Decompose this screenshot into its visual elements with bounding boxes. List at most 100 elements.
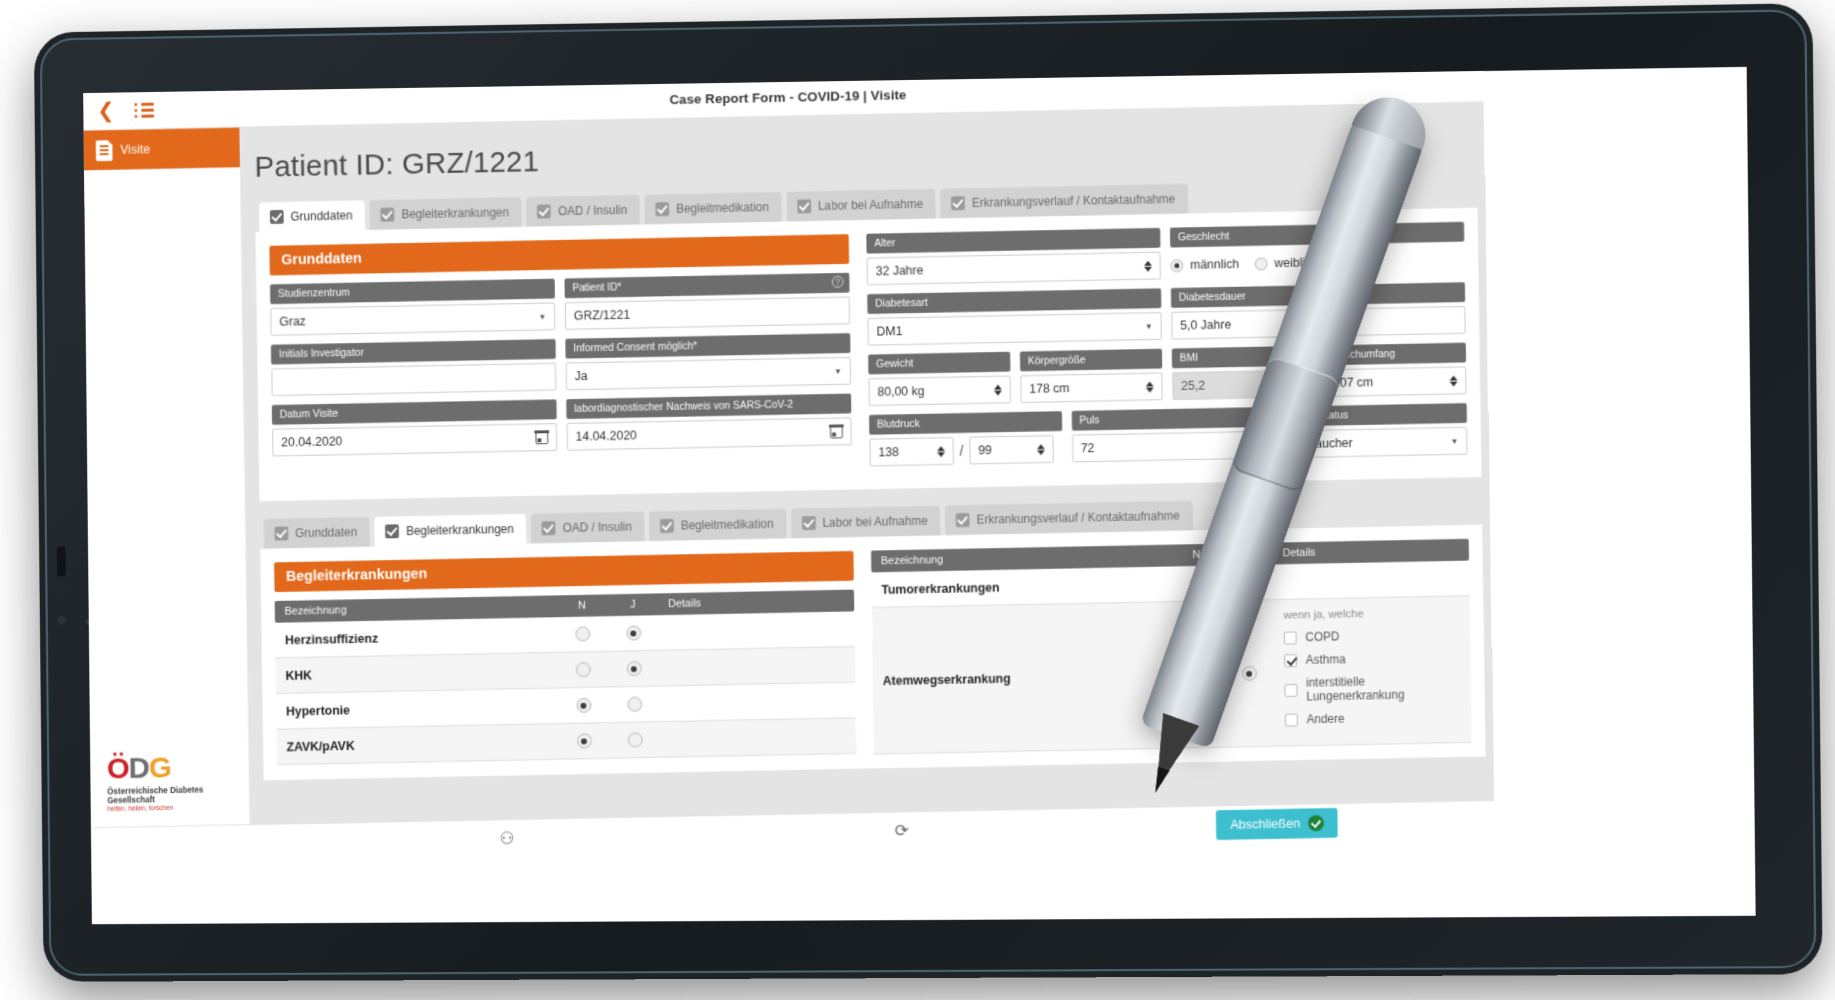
datum-visite-input[interactable]: 20.04.2020 <box>272 423 558 457</box>
row-details <box>660 700 846 704</box>
row-radio-j[interactable] <box>609 732 660 748</box>
checkbox-copd[interactable]: COPD <box>1283 627 1461 645</box>
field-value: 72 <box>1080 441 1095 456</box>
radio-icon <box>576 733 592 749</box>
row-radio-n[interactable] <box>557 626 608 642</box>
geschlecht-radiogroup: männlich weiblich <box>1170 246 1464 280</box>
tablet-device: ❮ Case Report Form - COVID-19 | Visite V… <box>33 3 1823 982</box>
raucherstatus-select[interactable]: Nichtraucher ▼ <box>1274 426 1468 459</box>
app-body: Visite ÖDG Österreichische Diabetes Gese… <box>83 102 1495 828</box>
field-value: 178 cm <box>1029 381 1070 396</box>
spinner-icon[interactable] <box>993 384 1002 396</box>
list-icon[interactable] <box>134 100 154 121</box>
patient-id-input[interactable]: GRZ/1221 <box>564 296 851 330</box>
logo-letter-d: D <box>128 751 150 785</box>
spinner-icon[interactable] <box>1449 375 1458 387</box>
spinner-icon[interactable] <box>1143 260 1152 272</box>
radio-icon <box>1254 256 1268 271</box>
spinner-icon[interactable] <box>1145 381 1154 393</box>
checkbox-icon <box>1283 630 1297 644</box>
finish-button[interactable]: Abschließen <box>1216 807 1338 840</box>
checkbox-icon <box>1284 683 1298 697</box>
calendar-icon[interactable] <box>829 424 843 439</box>
field-label: Informed Consent möglich* <box>565 333 851 359</box>
column-details: Details <box>668 597 702 611</box>
tab-label: Erkrankungsverlauf / Kontaktaufnahme <box>971 191 1176 210</box>
help-icon[interactable]: ? <box>831 275 844 288</box>
field-sars-cov-2-nachweis: labordiagnostischer Nachweis von SARS-Co… <box>566 393 852 451</box>
tab2-grunddaten[interactable]: Grunddaten <box>263 516 371 549</box>
blutdruck-diastolic-spinner[interactable]: 99 <box>969 435 1054 465</box>
studienzentrum-select[interactable]: Graz ▼ <box>270 302 556 336</box>
row-radio-j[interactable] <box>608 625 659 641</box>
diabetesart-select[interactable]: DM1 ▼ <box>867 312 1162 346</box>
sidebar-item-visite[interactable]: Visite <box>83 127 240 171</box>
calendar-icon[interactable] <box>535 430 549 444</box>
checkbox-andere[interactable]: Andere <box>1284 709 1462 726</box>
users-icon[interactable]: ⚇ <box>499 828 514 848</box>
checkbox-asthma[interactable]: Asthma <box>1284 650 1461 667</box>
spinner-icon[interactable] <box>937 445 946 457</box>
blutdruck-systolic-spinner[interactable]: 138 <box>869 437 954 467</box>
tab-grunddaten[interactable]: Grunddaten <box>258 200 366 233</box>
tab-oad-insulin[interactable]: OAD / Insulin <box>526 194 641 227</box>
column-j: J <box>630 598 636 611</box>
row-radio-j[interactable] <box>1222 574 1273 590</box>
tab-label: OAD / Insulin <box>562 519 632 535</box>
informed-consent-select[interactable]: Ja ▼ <box>565 356 851 391</box>
sidebar: Visite ÖDG Österreichische Diabetes Gese… <box>83 127 251 828</box>
radio-weiblich[interactable]: weiblich <box>1254 255 1318 271</box>
alter-spinner[interactable]: 32 Jahre <box>866 251 1161 286</box>
tab-begleiterkrankungen[interactable]: Begleiterkrankungen <box>369 197 523 230</box>
tab2-labor-bei-aufnahme[interactable]: Labor bei Aufnahme <box>790 505 941 539</box>
tab2-oad-insulin[interactable]: OAD / Insulin <box>531 511 645 544</box>
tab-begleitmedikation[interactable]: Begleitmedikation <box>644 191 782 225</box>
logo-wordmark: ÖDG <box>107 751 244 785</box>
logo-tagline: helfen, heilen, forschen <box>107 804 174 814</box>
row-radio-j[interactable] <box>608 661 659 677</box>
power-button[interactable] <box>56 546 66 577</box>
scene: ❮ Case Report Form - COVID-19 | Visite V… <box>0 0 1835 1000</box>
row-radio-n[interactable] <box>1173 666 1224 682</box>
gewicht-spinner[interactable]: 80,00 kg <box>868 375 1011 407</box>
row-radio-n[interactable] <box>558 733 609 749</box>
row-radio-n[interactable] <box>558 697 609 713</box>
field-row-2: Initials Investigator Informed Consent m… <box>270 333 851 397</box>
spinner-icon[interactable] <box>1247 439 1256 451</box>
begleiterkrankungen-right: Bezeichnung N J Details Tumorerkrankunge… <box>853 538 1472 755</box>
radio-icon <box>626 696 642 712</box>
koerpergroesse-spinner[interactable]: 178 cm <box>1020 372 1163 404</box>
radio-icon <box>575 697 591 713</box>
refresh-icon[interactable]: ⟳ <box>895 821 909 841</box>
row-radio-j[interactable] <box>1224 665 1275 681</box>
tab2-begleitmedikation[interactable]: Begleitmedikation <box>649 508 787 542</box>
radio-maennlich[interactable]: männlich <box>1170 257 1239 272</box>
puls-spinner[interactable]: 72 <box>1071 430 1265 463</box>
chevron-left-icon[interactable]: ❮ <box>97 99 115 122</box>
initials-input[interactable] <box>271 362 557 397</box>
row-label: ZAVK/pAVK <box>286 738 355 754</box>
chevron-down-icon: ▼ <box>834 366 842 376</box>
field-value: 107 cm <box>1332 375 1374 390</box>
row-radio-n[interactable] <box>557 662 608 678</box>
tab2-begleiterkrankungen[interactable]: Begleiterkrankungen <box>374 513 527 547</box>
tab-erkrankungsverlauf[interactable]: Erkrankungsverlauf / Kontaktaufnahme <box>940 183 1189 219</box>
checkbox-interstitielle-lungenerkrankung[interactable]: interstitielle Lungenerkrankung <box>1284 673 1461 704</box>
tab-label: Labor bei Aufnahme <box>822 513 928 530</box>
row-radio-n[interactable] <box>1171 575 1222 591</box>
row-label: Herzinsuffizienz <box>284 631 379 647</box>
radio-icon <box>1190 666 1206 682</box>
field-geschlecht: Geschlecht männlich weiblich <box>1169 221 1465 280</box>
nachweis-date-input[interactable]: 14.04.2020 <box>566 417 852 451</box>
checkbox-label: COPD <box>1305 629 1340 645</box>
tab-label: Begleiterkrankungen <box>405 522 514 539</box>
section-header-begleiterkrankungen: Begleiterkrankungen <box>274 550 854 593</box>
row-radio-j[interactable] <box>609 696 660 712</box>
bauchumfang-spinner[interactable]: 107 cm <box>1323 366 1467 397</box>
radio-icon <box>1241 665 1257 681</box>
check-icon <box>537 204 552 219</box>
tab2-erkrankungsverlauf[interactable]: Erkrankungsverlauf / Kontaktaufnahme <box>945 500 1193 536</box>
spinner-icon[interactable] <box>1036 443 1045 455</box>
diabetesdauer-input[interactable]: 5,0 Jahre <box>1171 305 1466 340</box>
tab-labor-bei-aufnahme[interactable]: Labor bei Aufnahme <box>786 188 936 222</box>
